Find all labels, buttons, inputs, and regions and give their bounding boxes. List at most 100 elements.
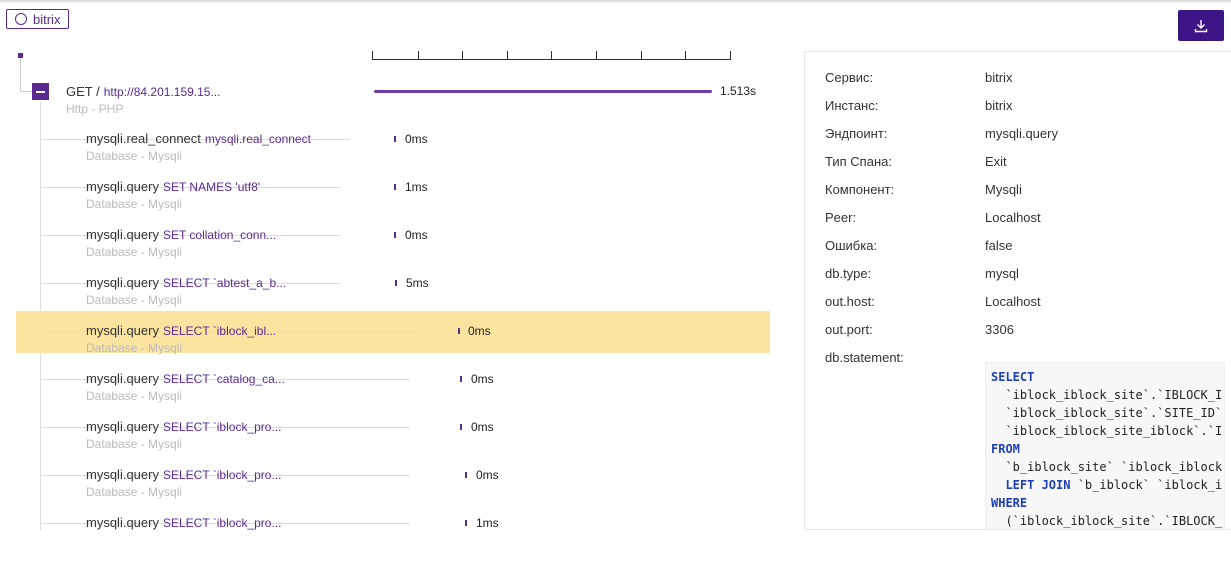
span-row[interactable]: mysqli.query SELECT `iblock_pro... 1ms <box>16 503 770 530</box>
detail-value: 3306 <box>985 322 1014 337</box>
span-subtitle: Database - Mysqli <box>86 389 183 403</box>
span-row[interactable]: mysqli.query SET collation_conn... Databas… <box>16 215 770 259</box>
span-duration: 0ms <box>471 420 494 434</box>
detail-value: mysql <box>985 266 1019 281</box>
span-duration: 0ms <box>405 132 428 146</box>
download-button[interactable] <box>1178 10 1224 41</box>
span-subtitle: Database - Mysqli <box>86 485 183 499</box>
span-duration-mark <box>465 472 467 478</box>
detail-key: Ошибка: <box>825 238 878 253</box>
detail-value: Mysqli <box>985 182 1022 197</box>
span-duration-mark <box>394 232 396 238</box>
span-row[interactable]: mysqli.query SELECT `abtest_a_b... Databas… <box>16 263 770 307</box>
span-statement: mysqli.real_connect <box>204 132 311 146</box>
span-name: mysqli.query SET NAMES 'utf8' <box>86 179 260 194</box>
service-tag-label: bitrix <box>33 11 61 27</box>
span-name: mysqli.query SET collation_conn... <box>86 227 276 242</box>
detail-key: out.host: <box>825 294 875 309</box>
root-span-url: http://84.201.159.15... <box>103 85 221 99</box>
detail-value: Exit <box>985 154 1007 169</box>
span-duration: 1ms <box>476 516 499 530</box>
top-shadow <box>0 0 1231 4</box>
span-subtitle: Database - Mysqli <box>86 293 183 307</box>
detail-key: Сервис: <box>825 70 874 85</box>
span-operation: mysqli.query <box>86 515 159 530</box>
span-row[interactable]: mysqli.query SELECT `catalog_ca... Databas… <box>16 359 770 403</box>
minus-icon <box>36 90 45 93</box>
span-operation: mysqli.query <box>86 227 159 242</box>
span-subtitle: Database - Mysqli <box>86 437 183 451</box>
code-line: `iblock_iblock_site`.`IBLOCK_I <box>991 386 1224 404</box>
collapse-toggle-button[interactable] <box>32 83 49 100</box>
span-statement: SELECT `iblock_pro... <box>162 516 282 530</box>
span-operation: mysqli.query <box>86 323 159 338</box>
root-span-title[interactable]: GET / http://84.201.159.15... <box>66 84 220 99</box>
code-line: WHERE <box>991 494 1224 512</box>
span-statement: SELECT `iblock_pro... <box>162 420 282 434</box>
root-span-duration-bar <box>374 90 712 93</box>
code-line: FROM <box>991 440 1224 458</box>
span-statement: SELECT `iblock_pro... <box>162 468 282 482</box>
detail-key: Эндпоинт: <box>825 126 888 141</box>
span-duration-mark <box>394 136 396 142</box>
span-duration-mark <box>394 184 396 190</box>
span-row[interactable]: mysqli.query SET NAMES 'utf8' Database - M… <box>16 167 770 211</box>
span-row[interactable]: mysqli.query SELECT `iblock_pro... Databas… <box>16 407 770 451</box>
span-operation: mysqli.query <box>86 371 159 386</box>
sql-text: `iblock_iblock_site_iblock`.`I <box>991 424 1223 438</box>
tree-line <box>20 91 32 92</box>
span-duration: 0ms <box>468 324 491 338</box>
circle-icon <box>15 13 27 25</box>
span-row[interactable]: mysqli.query SELECT `iblock_ibl... Databas… <box>16 311 770 355</box>
detail-value: bitrix <box>985 70 1013 85</box>
span-statement: SET NAMES 'utf8' <box>162 180 261 194</box>
span-name: mysqli.query SELECT `iblock_ibl... <box>86 323 276 338</box>
sql-text: `b_iblock_site` `iblock_iblock <box>991 460 1223 474</box>
sql-keyword: FROM <box>991 442 1020 456</box>
detail-key-db-statement: db.statement: <box>825 350 904 365</box>
span-subtitle: Database - Mysqli <box>86 149 183 163</box>
timeline-ruler <box>372 51 731 60</box>
span-duration: 0ms <box>476 468 499 482</box>
span-duration: 1ms <box>405 180 428 194</box>
db-statement-code: SELECT `iblock_iblock_site`.`IBLOCK_I `i… <box>985 362 1225 529</box>
sql-keyword: SELECT <box>991 370 1035 384</box>
span-operation: mysqli.real_connect <box>86 131 201 146</box>
span-subtitle: Database - Mysqli <box>86 341 183 355</box>
code-line: LEFT JOIN `b_iblock` `iblock_i <box>991 476 1224 494</box>
span-statement: SELECT `abtest_a_b... <box>162 276 287 290</box>
span-statement: SELECT `iblock_ibl... <box>162 324 277 338</box>
span-row[interactable]: mysqli.real_connect mysqli.real_connect Da… <box>16 119 770 163</box>
sql-keyword: WHERE <box>991 496 1028 510</box>
span-duration: 0ms <box>471 372 494 386</box>
span-name: mysqli.query SELECT `iblock_pro... <box>86 467 281 482</box>
code-line: `iblock_iblock_site`.`SITE_ID` <box>991 404 1224 422</box>
sql-text: `iblock_iblock_site`.`IBLOCK_I <box>991 388 1223 402</box>
ruler-tick <box>506 51 508 59</box>
ruler-tick <box>729 51 731 59</box>
tree-line <box>20 58 21 92</box>
span-duration-mark <box>458 328 460 334</box>
sql-text: (`iblock_iblock_site`.`IBLOCK_ <box>991 514 1223 528</box>
detail-key: Peer: <box>825 210 857 225</box>
code-line: `b_iblock_site` `iblock_iblock <box>991 458 1224 476</box>
span-duration: 5ms <box>406 276 429 290</box>
download-icon <box>1194 19 1208 32</box>
span-subtitle: Database - Mysqli <box>86 245 183 259</box>
root-span-method: GET / <box>66 84 100 99</box>
code-line: `iblock_iblock_site_iblock`.`I <box>991 422 1224 440</box>
root-span-duration: 1.513s <box>720 84 757 98</box>
span-name: mysqli.query SELECT `iblock_pro... <box>86 419 281 434</box>
ruler-tick <box>551 51 553 59</box>
span-name: mysqli.query SELECT `abtest_a_b... <box>86 275 286 290</box>
code-line: (`iblock_iblock_site`.`IBLOCK_ <box>991 512 1224 529</box>
span-statement: SET collation_conn... <box>162 228 277 242</box>
span-name: mysqli.query SELECT `catalog_ca... <box>86 371 285 386</box>
span-details-panel: Сервис: bitrix Инстанс: bitrix Эндпоинт: mysq… <box>804 51 1231 530</box>
span-row[interactable]: mysqli.query SELECT `iblock_pro... Databas… <box>16 455 770 499</box>
detail-value: mysqli.query <box>985 126 1058 141</box>
span-duration: 0ms <box>405 228 428 242</box>
detail-value: bitrix <box>985 98 1013 113</box>
service-filter-tag[interactable]: bitrix <box>6 9 70 29</box>
span-subtitle: Database - Mysqli <box>86 197 183 211</box>
